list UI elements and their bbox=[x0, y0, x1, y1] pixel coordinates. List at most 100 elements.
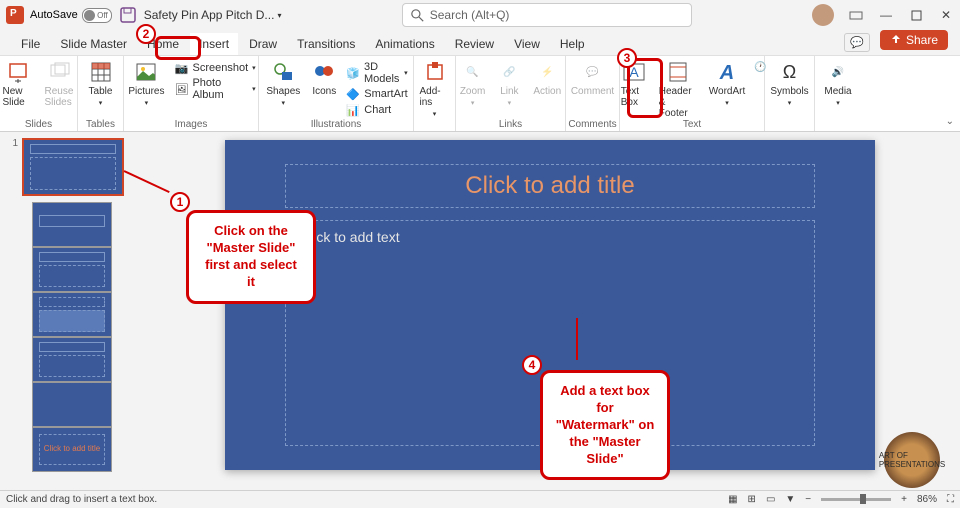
addins-icon bbox=[423, 60, 447, 84]
comment-icon: 💬 bbox=[581, 60, 605, 84]
smartart-icon: 🔷 bbox=[346, 87, 360, 101]
group-label-illustrations: Illustrations bbox=[311, 119, 362, 130]
annotation-bubble-1: 1 bbox=[170, 192, 190, 212]
symbols-button[interactable]: ΩSymbols▾ bbox=[764, 58, 814, 109]
autosave[interactable]: AutoSave Off bbox=[30, 8, 112, 23]
photo-album-button[interactable]: 🖼Photo Album▾ bbox=[170, 76, 259, 102]
chart-icon: 📊 bbox=[346, 103, 360, 117]
thumbnails-panel: 1 Click to add title bbox=[0, 132, 140, 490]
layout-thumb[interactable] bbox=[32, 337, 112, 382]
wordart-button[interactable]: A WordArt▾ bbox=[703, 58, 752, 121]
maximize-icon[interactable] bbox=[908, 7, 924, 23]
screenshot-icon: 📷 bbox=[174, 61, 188, 75]
minimize-icon[interactable]: — bbox=[878, 7, 894, 23]
main: 1 Click to add title Click to add title … bbox=[0, 132, 960, 490]
close-icon[interactable]: ✕ bbox=[938, 7, 954, 23]
reuse-slides-icon bbox=[48, 60, 72, 84]
fit-window-icon[interactable]: ⛶ bbox=[947, 494, 954, 505]
layout-thumb[interactable] bbox=[32, 292, 112, 337]
status-text: Click and drag to insert a text box. bbox=[6, 494, 157, 505]
action-button: ⚡Action bbox=[527, 58, 567, 109]
statusbar: Click and drag to insert a text box. ▦ ⊞… bbox=[0, 490, 960, 508]
tab-help[interactable]: Help bbox=[551, 33, 594, 55]
layout-thumb[interactable] bbox=[32, 202, 112, 247]
table-icon bbox=[89, 60, 113, 84]
view-normal-icon[interactable]: ▦ bbox=[728, 494, 737, 505]
annotation-callout-4: Add a text box for "Watermark" on the "M… bbox=[540, 370, 670, 480]
comment-button: 💬Comment bbox=[565, 58, 620, 99]
tab-file[interactable]: File bbox=[12, 33, 49, 55]
table-button[interactable]: Table▾ bbox=[83, 58, 119, 109]
addins-button[interactable]: Add-ins▾ bbox=[414, 58, 456, 120]
master-slide-thumb[interactable] bbox=[22, 138, 124, 196]
annotation-line-4 bbox=[576, 318, 578, 360]
ribbon: New Slide Reuse Slides Slides Table▾ Tab… bbox=[0, 56, 960, 132]
zoom-out-icon[interactable]: − bbox=[805, 494, 811, 505]
search-input[interactable]: Search (Alt+Q) bbox=[402, 3, 692, 27]
title-placeholder[interactable]: Click to add title bbox=[285, 164, 815, 208]
new-slide-button[interactable]: New Slide bbox=[0, 58, 39, 110]
tab-transitions[interactable]: Transitions bbox=[288, 33, 364, 55]
group-label-text: Text bbox=[683, 119, 701, 130]
chart-button[interactable]: 📊Chart bbox=[342, 102, 411, 118]
group-label-tables: Tables bbox=[86, 119, 115, 130]
reuse-slides-button: Reuse Slides bbox=[39, 58, 81, 110]
thumb-number: 1 bbox=[8, 138, 18, 149]
avatar[interactable] bbox=[812, 4, 834, 26]
view-reading-icon[interactable]: ▭ bbox=[766, 494, 775, 505]
filename[interactable]: Safety Pin App Pitch D... ▾ bbox=[144, 8, 282, 22]
link-button: 🔗Link▾ bbox=[491, 58, 527, 109]
annotation-box-3 bbox=[627, 58, 663, 118]
group-label-slides: Slides bbox=[25, 119, 52, 130]
zoom-slider[interactable] bbox=[821, 498, 891, 501]
ribbon-options-icon[interactable] bbox=[848, 7, 864, 23]
tab-view[interactable]: View bbox=[505, 33, 549, 55]
save-icon[interactable] bbox=[120, 7, 136, 23]
tab-slide-master[interactable]: Slide Master bbox=[51, 33, 136, 55]
share-button[interactable]: Share bbox=[880, 30, 948, 50]
zoom-in-icon[interactable]: + bbox=[901, 494, 907, 505]
collapse-ribbon-icon[interactable]: ⌄ bbox=[946, 116, 954, 127]
new-slide-icon bbox=[6, 60, 30, 84]
symbols-icon: Ω bbox=[778, 60, 802, 84]
annotation-bubble-3: 3 bbox=[617, 48, 637, 68]
shapes-icon bbox=[271, 60, 295, 84]
action-icon: ⚡ bbox=[535, 60, 559, 84]
view-slideshow-icon[interactable]: ▼ bbox=[785, 494, 795, 505]
layout-thumb[interactable]: Click to add title bbox=[32, 427, 112, 472]
annotation-bubble-4: 4 bbox=[522, 355, 542, 375]
screenshot-button[interactable]: 📷Screenshot▾ bbox=[170, 60, 259, 76]
group-label-links: Links bbox=[499, 119, 522, 130]
smartart-button[interactable]: 🔷SmartArt bbox=[342, 86, 411, 102]
media-button[interactable]: 🔊Media▾ bbox=[818, 58, 857, 109]
pictures-button[interactable]: Pictures▾ bbox=[122, 58, 170, 109]
view-sorter-icon[interactable]: ⊞ bbox=[748, 494, 756, 505]
logo-badge: ART OFPRESENTATIONS bbox=[884, 432, 940, 488]
icons-button[interactable]: Icons bbox=[306, 58, 342, 118]
group-label-images: Images bbox=[175, 119, 208, 130]
shapes-button[interactable]: Shapes▾ bbox=[260, 58, 306, 118]
3d-models-icon: 🧊 bbox=[346, 66, 360, 80]
link-icon: 🔗 bbox=[497, 60, 521, 84]
tab-review[interactable]: Review bbox=[446, 33, 503, 55]
icons-icon bbox=[312, 60, 336, 84]
powerpoint-icon bbox=[6, 6, 24, 24]
layout-thumb[interactable] bbox=[32, 382, 112, 427]
master-thumb-wrap[interactable]: 1 bbox=[8, 138, 132, 196]
tab-animations[interactable]: Animations bbox=[366, 33, 443, 55]
annotation-bubble-2: 2 bbox=[136, 24, 156, 44]
group-label-comments: Comments bbox=[568, 119, 616, 130]
annotation-box-2 bbox=[155, 36, 201, 60]
zoom-icon: 🔍 bbox=[461, 60, 485, 84]
tab-draw[interactable]: Draw bbox=[240, 33, 286, 55]
pictures-icon bbox=[134, 60, 158, 84]
annotation-callout-1: Click on the "Master Slide" first and se… bbox=[186, 210, 316, 304]
photo-album-icon: 🖼 bbox=[174, 82, 188, 96]
comments-header-icon[interactable]: 💬 bbox=[844, 33, 870, 52]
3d-models-button[interactable]: 🧊3D Models▾ bbox=[342, 60, 411, 86]
layout-thumb[interactable] bbox=[32, 247, 112, 292]
autosave-toggle[interactable]: Off bbox=[82, 8, 112, 23]
zoom-level[interactable]: 86% bbox=[917, 494, 937, 505]
header-footer-icon bbox=[666, 60, 690, 84]
zoom-button: 🔍Zoom▾ bbox=[454, 58, 492, 109]
